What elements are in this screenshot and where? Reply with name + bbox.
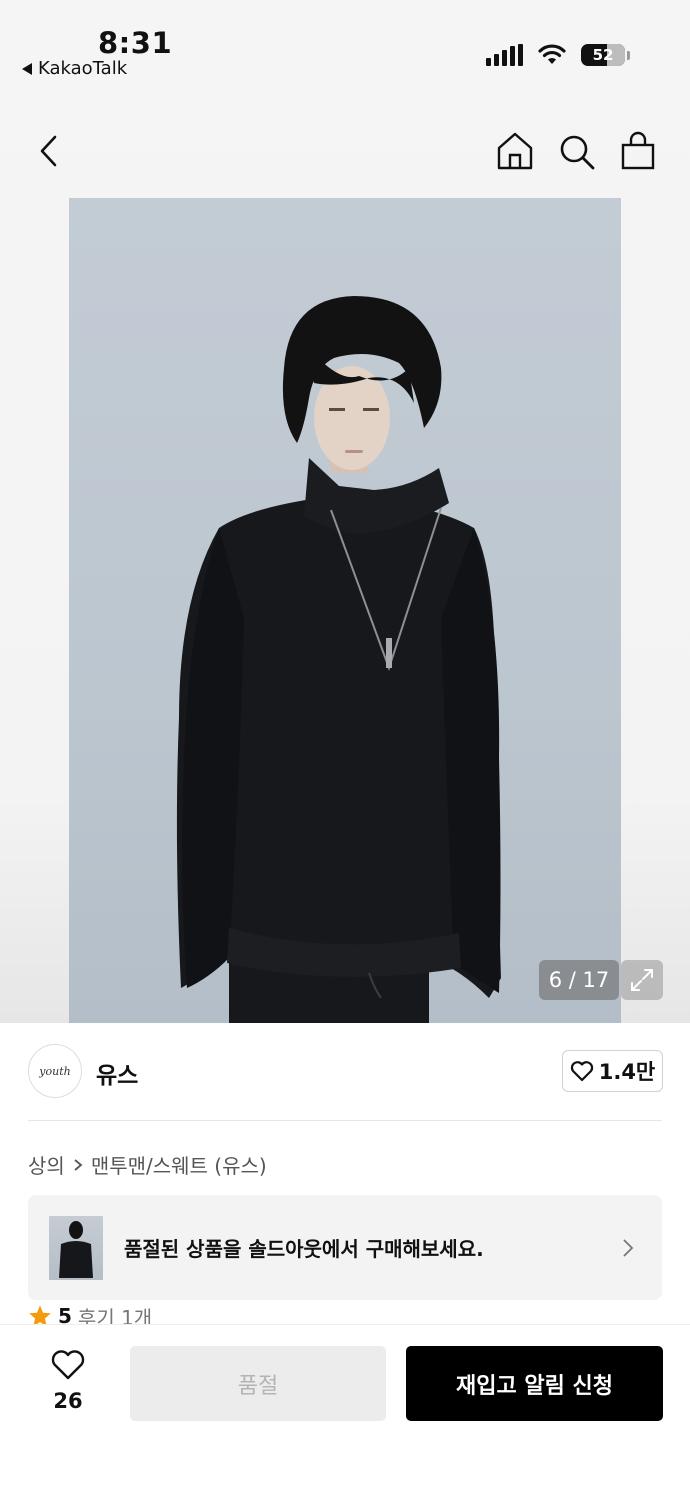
image-counter: 6 / 17 <box>539 960 619 1000</box>
home-icon[interactable] <box>496 131 534 171</box>
battery-level: 52 <box>592 46 614 64</box>
back-icon[interactable] <box>36 134 62 168</box>
bottom-action-bar: 26 품절 재입고 알림 신청 <box>0 1324 690 1500</box>
wifi-icon <box>538 44 566 64</box>
cellular-signal-icon <box>486 44 523 66</box>
back-triangle-icon <box>22 62 32 75</box>
soldout-banner-text: 품절된 상품을 솔드아웃에서 구매해보세요. <box>124 1237 484 1261</box>
soldout-banner[interactable]: 품절된 상품을 솔드아웃에서 구매해보세요. <box>28 1195 662 1300</box>
brand-name[interactable]: 유스 <box>96 1056 138 1090</box>
breadcrumb-category[interactable]: 상의 <box>28 1150 65 1179</box>
product-image[interactable] <box>69 198 621 1023</box>
wish-button[interactable]: 26 <box>40 1349 96 1413</box>
status-indicators: 52 <box>486 44 630 66</box>
brand-like-button[interactable]: 1.4만 <box>562 1050 663 1092</box>
back-to-app-link[interactable]: KakaoTalk <box>22 58 127 79</box>
battery-indicator: 52 <box>581 44 630 66</box>
status-time: 8:31 <box>98 26 173 60</box>
brand-like-count: 1.4만 <box>598 1060 656 1084</box>
heart-icon <box>570 1061 593 1082</box>
wish-count: 26 <box>53 1389 83 1413</box>
shopping-bag-icon[interactable] <box>620 131 656 171</box>
soldout-button: 품절 <box>130 1346 386 1421</box>
model-illustration <box>176 296 501 1023</box>
chevron-right-icon <box>74 1158 83 1171</box>
brand-logo[interactable]: youth <box>28 1044 82 1098</box>
brand-logo-text: youth <box>39 1064 71 1078</box>
banner-thumbnail <box>49 1215 103 1280</box>
battery-icon: 52 <box>581 44 625 66</box>
search-icon[interactable] <box>558 133 596 171</box>
breadcrumb-subcategory[interactable]: 맨투맨/스웨트 (유스) <box>91 1150 267 1179</box>
expand-icon <box>631 969 653 991</box>
restock-alert-button[interactable]: 재입고 알림 신청 <box>406 1346 663 1421</box>
breadcrumb: 상의 맨투맨/스웨트 (유스) <box>28 1150 267 1179</box>
expand-image-button[interactable] <box>621 960 663 1000</box>
heart-icon <box>51 1350 85 1380</box>
chevron-right-icon <box>623 1238 634 1257</box>
divider <box>28 1120 662 1121</box>
back-app-label: KakaoTalk <box>38 58 128 79</box>
